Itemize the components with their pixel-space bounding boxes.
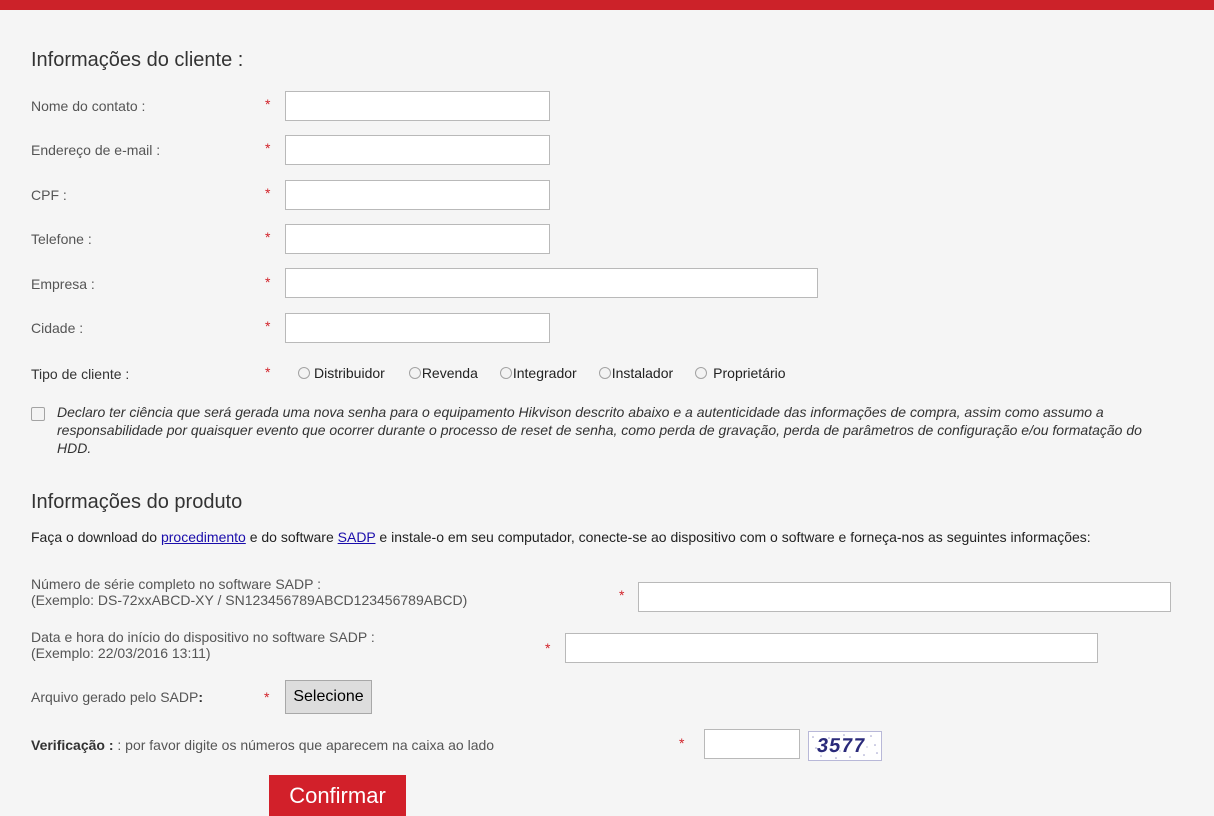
product-section-title: Informações do produto [31,491,243,513]
verification-label-bold: Verificação : [31,737,114,753]
serial-label-line1: Número de série completo no software SAD… [31,576,321,592]
city-label: Cidade : [31,320,84,336]
radio-button[interactable] [408,367,421,379]
email-label: Endereço de e-mail : [31,142,161,158]
radio-option-integrador[interactable]: Integrador [499,365,577,381]
required-marker: * [265,364,271,380]
start-time-label-example: (Exemplo: 22/03/2016 13:11) [31,645,211,661]
sadp-file-label: Arquivo gerado pelo SADP: [31,689,203,705]
radio-option-proprietario[interactable]: Proprietário [695,365,786,381]
cpf-input[interactable] [285,180,550,210]
required-marker: * [264,689,270,705]
radio-label: Distribuidor [314,365,385,381]
required-marker: * [265,274,271,290]
phone-input[interactable] [285,224,550,254]
required-marker: * [265,140,271,156]
cpf-label: CPF : [31,187,67,203]
radio-option-distribuidor[interactable]: Distribuidor [298,365,385,381]
required-marker: * [265,96,271,112]
required-marker: * [679,735,685,751]
serial-number-label: Número de série completo no software SAD… [31,576,467,608]
company-input[interactable] [285,268,818,298]
radio-button[interactable] [695,367,708,379]
city-input[interactable] [285,313,550,343]
radio-label: Proprietário [713,365,786,381]
email-input[interactable] [285,135,550,165]
intro-text: Faça o download do [31,529,161,545]
contact-name-input[interactable] [285,91,550,121]
phone-label: Telefone : [31,231,92,247]
verification-code-input[interactable] [704,729,800,759]
customer-type-label: Tipo de cliente : [31,366,130,382]
confirm-button[interactable]: Confirmar [269,775,406,816]
select-file-button[interactable]: Selecione [285,680,372,714]
company-label: Empresa : [31,276,95,292]
sadp-file-label-colon: : [198,689,203,705]
required-marker: * [265,229,271,245]
radio-label: Integrador [512,365,577,381]
customer-section-title: Informações do cliente : [31,49,244,71]
serial-number-input[interactable] [638,582,1171,612]
start-time-label: Data e hora do início do dispositivo no … [31,629,375,661]
top-accent-bar [0,0,1214,10]
required-marker: * [265,318,271,334]
verification-instructions: : por favor digite os números que aparec… [117,737,495,753]
radio-button[interactable] [298,367,310,379]
download-instructions: Faça o download do procedimento e do sof… [31,530,1191,545]
captcha-image: 3577 [808,731,882,761]
intro-text: e do software [245,529,338,545]
customer-type-radio-group: Distribuidor Revenda Integrador Instalad… [298,360,786,386]
procedure-link[interactable]: procedimento [161,529,246,545]
declaration-text: Declaro ter ciência que será gerada uma … [57,404,1142,456]
required-marker: * [619,587,625,603]
radio-button[interactable] [598,367,611,379]
radio-button[interactable] [499,367,512,379]
radio-option-instalador[interactable]: Instalador [598,365,674,381]
verification-label: Verificação : : por favor digite os núme… [31,737,494,753]
intro-text: e instale-o em seu computador, conecte-s… [375,529,1091,545]
captcha-code: 3577 [815,735,868,757]
start-time-input[interactable] [565,633,1098,663]
radio-option-revenda[interactable]: Revenda [408,365,478,381]
contact-name-label: Nome do contato : [31,98,146,114]
declaration-checkbox[interactable] [31,407,45,421]
start-time-label-line1: Data e hora do início do dispositivo no … [31,629,375,645]
radio-label: Instalador [611,365,674,381]
required-marker: * [545,640,551,656]
radio-label: Revenda [421,365,478,381]
sadp-link[interactable]: SADP [338,529,376,545]
serial-label-example: (Exemplo: DS-72xxABCD-XY / SN123456789AB… [31,592,468,608]
required-marker: * [265,185,271,201]
sadp-file-label-text: Arquivo gerado pelo SADP [31,689,199,705]
